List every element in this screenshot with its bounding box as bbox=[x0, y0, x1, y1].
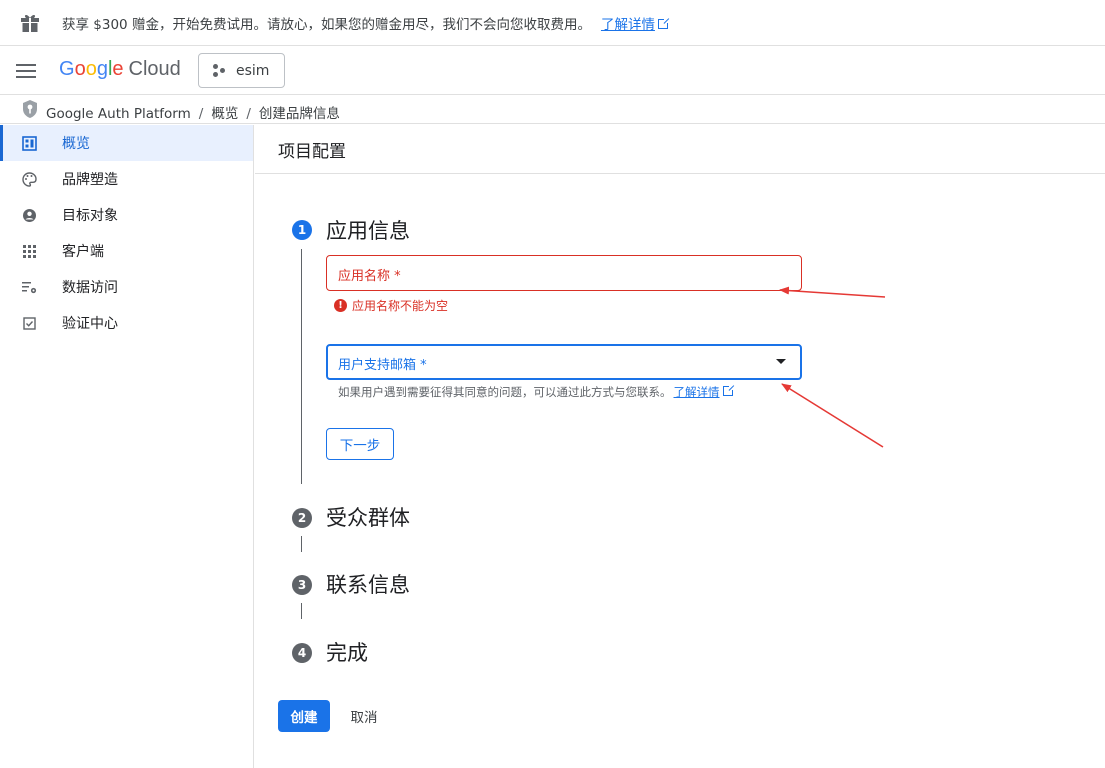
next-step-button[interactable]: 下一步 bbox=[326, 428, 394, 460]
dropdown-arrow-icon bbox=[776, 359, 786, 364]
step-title[interactable]: 应用信息 bbox=[326, 215, 410, 245]
menu-icon[interactable] bbox=[16, 64, 36, 78]
sidebar-item-verification[interactable]: 验证中心 bbox=[0, 305, 253, 341]
step-title[interactable]: 完成 bbox=[326, 637, 368, 667]
sidebar-item-label: 数据访问 bbox=[62, 280, 118, 296]
helper-learn-more-link[interactable]: 了解详情 bbox=[673, 384, 735, 399]
external-link-icon bbox=[657, 17, 670, 29]
app-name-input[interactable]: 应用名称 * bbox=[326, 255, 802, 291]
banner-message: 获享 $300 赠金，开始免费试用。请放心，如果您的赠金用尽，我们不会向您收取费… bbox=[62, 17, 591, 33]
google-cloud-logo[interactable]: Google Cloud bbox=[59, 58, 181, 81]
logo-letter: e bbox=[112, 58, 124, 80]
main-content: 项目配置 1 应用信息 应用名称 * ! 应用名称不能为空 用户支持邮箱 * 如… bbox=[255, 125, 1105, 768]
step-number: 4 bbox=[292, 643, 312, 663]
support-email-placeholder: 用户支持邮箱 * bbox=[338, 358, 427, 373]
logo-letter: g bbox=[96, 58, 108, 80]
breadcrumb-root[interactable]: Google Auth Platform bbox=[46, 106, 191, 122]
shield-key-icon bbox=[23, 100, 37, 118]
sidebar-item-label: 品牌塑造 bbox=[62, 172, 118, 188]
breadcrumb: Google Auth Platform / 概览 / 创建品牌信息 bbox=[0, 96, 1105, 124]
banner-learn-more-link[interactable]: 了解详情 bbox=[600, 17, 670, 33]
project-icon bbox=[213, 63, 227, 78]
page-title: 项目配置 bbox=[278, 142, 346, 162]
support-email-select[interactable]: 用户支持邮箱 * bbox=[326, 344, 802, 380]
app-name-error: ! 应用名称不能为空 bbox=[334, 297, 448, 314]
helper-text: 如果用户遇到需要征得其同意的问题，可以通过此方式与您联系。 bbox=[338, 385, 672, 399]
sidebar-item-clients[interactable]: 客户端 bbox=[0, 233, 253, 269]
logo-letter: o bbox=[85, 58, 97, 80]
cancel-button[interactable]: 取消 bbox=[342, 700, 386, 732]
sidebar-item-label: 概览 bbox=[62, 136, 90, 152]
helper-link-label: 了解详情 bbox=[673, 385, 720, 399]
sidebar-item-label: 验证中心 bbox=[62, 316, 118, 332]
gift-icon bbox=[21, 14, 39, 32]
step-title[interactable]: 联系信息 bbox=[326, 569, 410, 599]
palette-icon bbox=[22, 172, 37, 187]
step-connector bbox=[301, 603, 302, 619]
sidebar-item-audience[interactable]: 目标对象 bbox=[0, 197, 253, 233]
step-title[interactable]: 受众群体 bbox=[326, 502, 410, 532]
step-number: 1 bbox=[292, 220, 312, 240]
error-text: 应用名称不能为空 bbox=[352, 299, 449, 313]
error-icon: ! bbox=[334, 299, 347, 312]
promo-banner: 获享 $300 赠金，开始免费试用。请放心，如果您的赠金用尽，我们不会向您收取费… bbox=[0, 0, 1105, 46]
banner-text: 获享 $300 赠金，开始免费试用。请放心，如果您的赠金用尽，我们不会向您收取费… bbox=[62, 13, 670, 33]
breadcrumb-current: 创建品牌信息 bbox=[258, 106, 340, 122]
support-email-helper: 如果用户遇到需要征得其同意的问题，可以通过此方式与您联系。 了解详情 bbox=[338, 384, 735, 400]
create-button[interactable]: 创建 bbox=[278, 700, 330, 732]
breadcrumb-separator: / bbox=[246, 106, 251, 122]
step-number: 2 bbox=[292, 508, 312, 528]
dashboard-icon bbox=[22, 136, 37, 151]
person-icon bbox=[23, 209, 36, 222]
top-bar: Google Cloud esim bbox=[0, 47, 1105, 95]
apps-grid-icon bbox=[23, 245, 36, 258]
app-name-placeholder: 应用名称 * bbox=[338, 269, 401, 284]
external-link-icon bbox=[722, 384, 735, 396]
sidebar-item-label: 目标对象 bbox=[62, 208, 118, 224]
sidebar-item-branding[interactable]: 品牌塑造 bbox=[0, 161, 253, 197]
logo-cloud-text: Cloud bbox=[128, 58, 181, 80]
checkbox-icon bbox=[23, 317, 36, 330]
logo-letter: G bbox=[59, 58, 75, 80]
project-selector-button[interactable]: esim bbox=[198, 53, 285, 88]
step-connector bbox=[301, 536, 302, 552]
sidebar-item-data-access[interactable]: 数据访问 bbox=[0, 269, 253, 305]
step-connector bbox=[301, 249, 302, 484]
sidebar-item-overview[interactable]: 概览 bbox=[0, 125, 253, 161]
project-name: esim bbox=[236, 62, 270, 79]
breadcrumb-separator: / bbox=[198, 106, 204, 122]
step-number: 3 bbox=[292, 575, 312, 595]
data-settings-icon bbox=[22, 282, 37, 294]
sidebar-item-label: 客户端 bbox=[62, 244, 104, 260]
sidebar: 概览 品牌塑造 目标对象 客户端 数据访问 验证中心 bbox=[0, 125, 254, 768]
banner-link-label: 了解详情 bbox=[600, 17, 655, 33]
breadcrumb-overview[interactable]: 概览 bbox=[211, 106, 238, 122]
title-divider bbox=[255, 173, 1105, 174]
logo-letter: o bbox=[74, 58, 86, 80]
